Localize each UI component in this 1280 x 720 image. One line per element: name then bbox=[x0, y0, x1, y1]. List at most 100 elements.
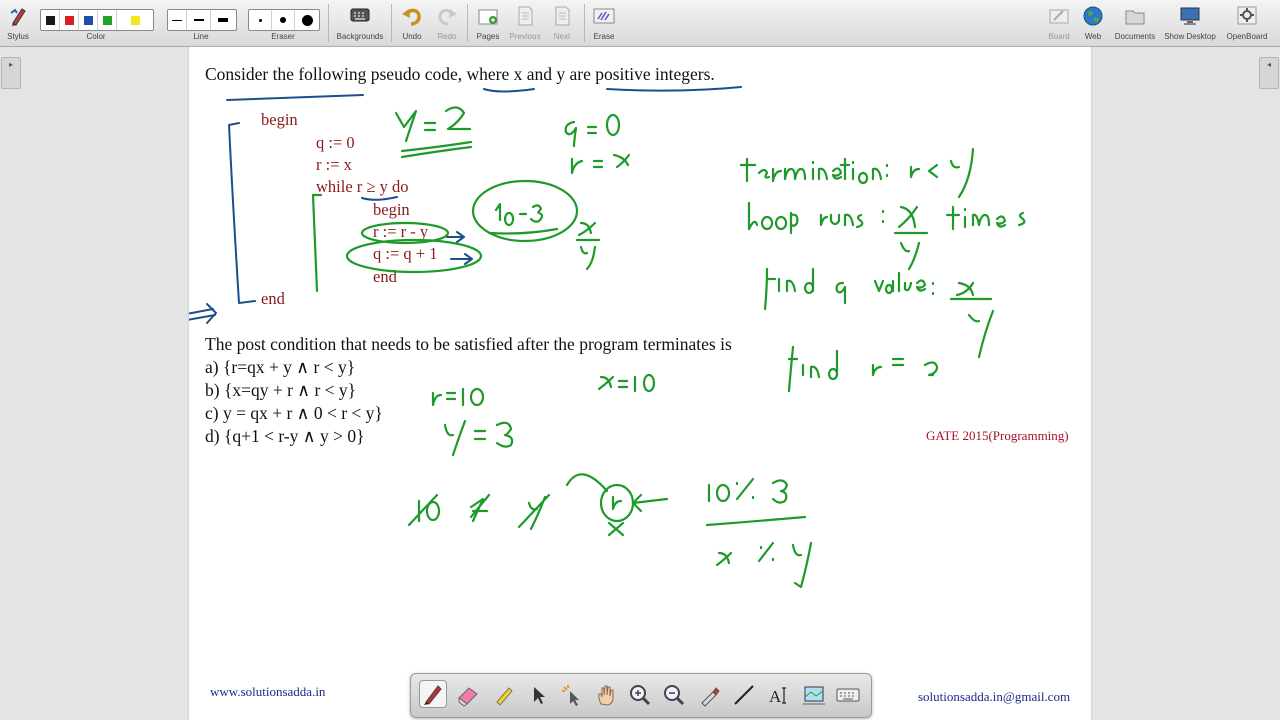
toolbar-divider bbox=[584, 4, 585, 42]
selector-tool-button[interactable] bbox=[525, 682, 551, 708]
zoom-in-button[interactable] bbox=[627, 682, 653, 708]
toolbar-divider bbox=[391, 4, 392, 42]
color-swatch-1[interactable] bbox=[60, 10, 79, 30]
highlighter-tool-button[interactable] bbox=[491, 682, 517, 708]
color-swatch-dot bbox=[130, 15, 140, 25]
erase-label: Erase bbox=[593, 32, 615, 41]
next-label: Next bbox=[553, 32, 571, 41]
toolbar-divider bbox=[467, 4, 468, 42]
gear-icon bbox=[1237, 6, 1257, 25]
eraser-tool-button[interactable] bbox=[455, 682, 481, 708]
keyboard-icon bbox=[836, 688, 860, 702]
highlighter-icon bbox=[496, 687, 513, 706]
zoom-out-button[interactable] bbox=[661, 682, 687, 708]
chevron-left-icon: ◂ bbox=[1266, 60, 1271, 69]
color-swatch-3[interactable] bbox=[98, 10, 117, 30]
line-label: Line bbox=[193, 32, 209, 41]
redo-icon bbox=[438, 9, 457, 26]
web-button[interactable]: Web bbox=[1078, 3, 1108, 43]
undo-button[interactable]: Undo bbox=[398, 3, 426, 43]
stylus-icon bbox=[10, 8, 26, 26]
documents-label: Documents bbox=[1114, 32, 1156, 41]
undo-label: Undo bbox=[402, 32, 422, 41]
board-icon bbox=[1049, 9, 1069, 24]
board-label: Board bbox=[1048, 32, 1070, 41]
undo-icon bbox=[402, 8, 421, 26]
backgrounds-button[interactable]: Backgrounds bbox=[334, 3, 386, 43]
documents-button[interactable]: Documents bbox=[1112, 3, 1158, 43]
toolbar-divider bbox=[328, 4, 329, 42]
line-tool-button[interactable] bbox=[731, 682, 757, 708]
capture-tool-button[interactable] bbox=[801, 682, 827, 708]
next-button[interactable]: Next bbox=[548, 3, 576, 43]
left-panel-toggle[interactable]: ▸ bbox=[1, 57, 21, 89]
eraser-sizes bbox=[248, 9, 320, 31]
line-medium-button[interactable] bbox=[187, 10, 211, 30]
main-toolbar: Stylus Color Line Eraser Backgrounds Und… bbox=[0, 0, 1280, 47]
text-tool-button[interactable]: A bbox=[765, 682, 791, 708]
green-ink-strokes bbox=[311, 106, 1026, 589]
color-swatch-2[interactable] bbox=[79, 10, 98, 30]
color-label: Color bbox=[86, 32, 106, 41]
zoom-out-icon bbox=[664, 685, 685, 706]
laser-pointer-button[interactable] bbox=[559, 682, 585, 708]
backgrounds-label: Backgrounds bbox=[336, 32, 384, 41]
keyboard-grid-icon bbox=[350, 8, 370, 22]
line-widths bbox=[167, 9, 237, 31]
color-swatch-dot bbox=[102, 15, 112, 25]
chevron-right-icon: ▸ bbox=[8, 60, 13, 69]
previous-page-icon bbox=[518, 6, 533, 26]
next-page-icon bbox=[555, 6, 570, 26]
blue-ink-strokes bbox=[189, 86, 742, 324]
show-desktop-button[interactable]: Show Desktop bbox=[1162, 3, 1218, 43]
hand-tool-button[interactable] bbox=[593, 682, 619, 708]
redo-button[interactable]: Redo bbox=[433, 3, 461, 43]
laser-icon bbox=[562, 685, 579, 706]
color-picker-button[interactable] bbox=[697, 682, 723, 708]
redo-label: Redo bbox=[437, 32, 457, 41]
eraser-large-button[interactable] bbox=[295, 10, 319, 30]
eraser-tool: Eraser bbox=[248, 3, 320, 43]
eraser-label: Eraser bbox=[271, 32, 295, 41]
pages-button[interactable]: Pages bbox=[472, 3, 504, 43]
line-thick-button[interactable] bbox=[211, 10, 235, 30]
pen-tool-button[interactable] bbox=[419, 680, 447, 708]
globe-icon bbox=[1083, 6, 1103, 26]
board-button[interactable]: Board bbox=[1044, 3, 1074, 43]
color-swatch-dot bbox=[64, 15, 74, 25]
drawing-toolbar: A bbox=[410, 673, 872, 718]
board-page[interactable]: Consider the following pseudo code, wher… bbox=[189, 47, 1091, 720]
color-picker-icon bbox=[701, 687, 720, 707]
stylus-label: Stylus bbox=[7, 32, 29, 41]
erase-board-icon bbox=[593, 8, 615, 24]
keyboard-button[interactable] bbox=[835, 682, 861, 708]
folder-icon bbox=[1125, 10, 1145, 25]
erase-button[interactable]: Erase bbox=[590, 3, 618, 43]
eraser-medium-button[interactable] bbox=[272, 10, 295, 30]
previous-label: Previous bbox=[509, 32, 541, 41]
text-icon: A bbox=[769, 687, 786, 706]
desktop-icon bbox=[1180, 7, 1200, 25]
hand-icon bbox=[598, 685, 614, 706]
pen-icon bbox=[424, 685, 442, 705]
color-swatches bbox=[40, 9, 154, 31]
line-icon bbox=[734, 685, 754, 705]
pages-label: Pages bbox=[476, 32, 500, 41]
color-swatch-0[interactable] bbox=[41, 10, 60, 30]
add-page-icon bbox=[478, 9, 498, 25]
color-swatch-dot bbox=[83, 15, 93, 25]
stylus-tool[interactable]: Stylus bbox=[4, 3, 32, 43]
eraser-small-button[interactable] bbox=[249, 10, 272, 30]
ink-annotations bbox=[189, 86, 1026, 589]
pointer-icon bbox=[534, 687, 545, 704]
color-tool: Color bbox=[40, 3, 154, 43]
line-thin-button[interactable] bbox=[168, 10, 187, 30]
previous-button[interactable]: Previous bbox=[506, 3, 544, 43]
openboard-menu-button[interactable]: OpenBoard bbox=[1222, 3, 1272, 43]
right-panel-toggle[interactable]: ◂ bbox=[1259, 57, 1279, 89]
web-label: Web bbox=[1084, 32, 1102, 41]
color-swatch-dot bbox=[45, 15, 55, 25]
capture-icon bbox=[803, 686, 825, 705]
color-swatch-4[interactable] bbox=[117, 10, 153, 30]
eraser-icon bbox=[458, 687, 478, 707]
